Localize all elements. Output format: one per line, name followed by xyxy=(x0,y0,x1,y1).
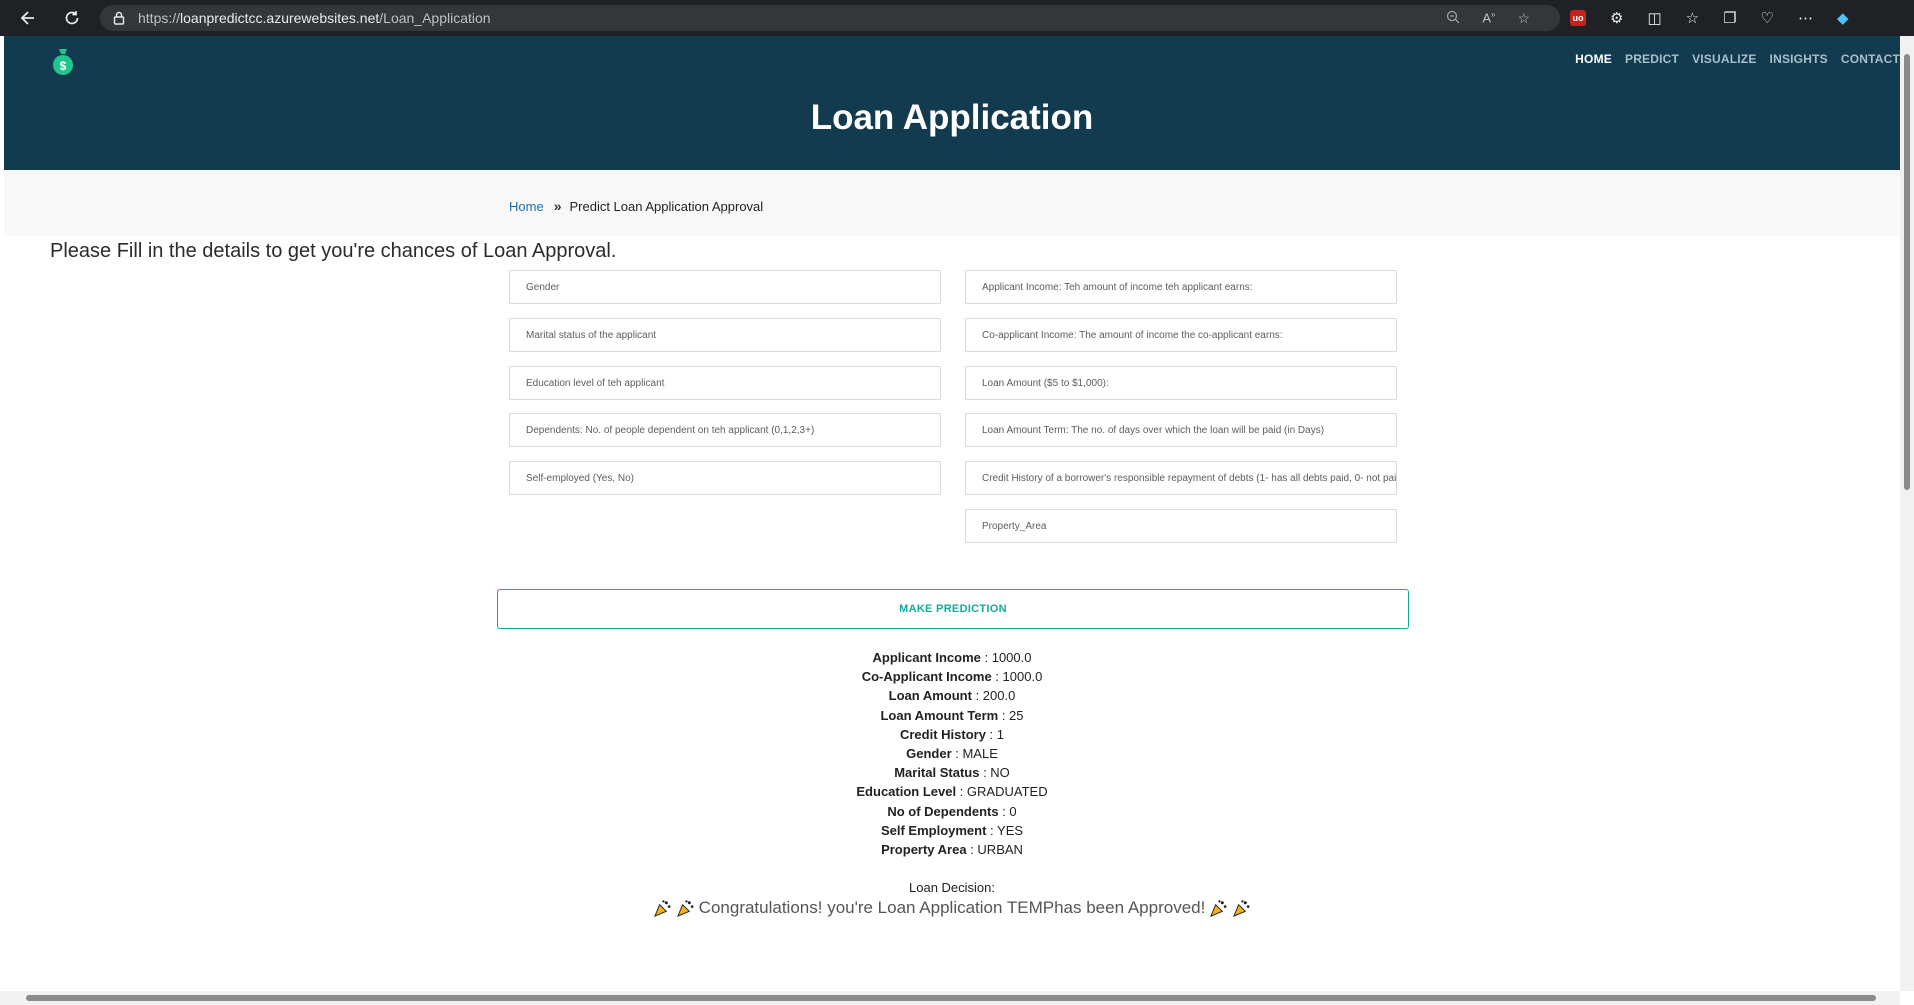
result-value: : 1000.0 xyxy=(980,650,1032,665)
refresh-icon[interactable] xyxy=(54,0,90,36)
result-row: No of Dependents : 0 xyxy=(4,802,1900,821)
breadcrumb-home-link[interactable]: Home xyxy=(509,199,544,214)
nav-insights[interactable]: INSIGHTS xyxy=(1770,52,1828,66)
breadcrumb: Home » Predict Loan Application Approval xyxy=(509,198,763,214)
back-icon[interactable] xyxy=(10,0,46,36)
web-page: $ HOME PREDICT VISUALIZE INSIGHTS CONTAC… xyxy=(4,36,1900,991)
result-value: : YES xyxy=(986,822,1024,838)
result-label: Self Employment xyxy=(880,822,987,838)
result-value: : GRADUATED xyxy=(956,784,1048,800)
result-value: : NO xyxy=(979,765,1010,781)
result-value: : MALE xyxy=(951,745,998,761)
property-area-field[interactable] xyxy=(965,509,1397,543)
decision-message-text: Congratulations! you're Loan Application… xyxy=(698,898,1206,917)
result-label: Co-Applicant Income xyxy=(861,669,992,685)
applicant-income-field[interactable] xyxy=(965,270,1397,304)
self-employed-field[interactable] xyxy=(509,461,941,495)
loan-decision-message: Congratulations! you're Loan Application… xyxy=(4,898,1900,918)
credit-history-field[interactable] xyxy=(965,461,1397,495)
result-row: Loan Amount : 200.0 xyxy=(4,686,1900,705)
prediction-summary: Applicant Income : 1000.0 Co-Applicant I… xyxy=(4,648,1900,859)
nav-home[interactable]: HOME xyxy=(1575,52,1612,66)
breadcrumb-bar: Home » Predict Loan Application Approval xyxy=(4,170,1900,236)
result-row: Marital Status : NO xyxy=(4,763,1900,782)
result-row: Applicant Income : 1000.0 xyxy=(4,648,1900,667)
browser-toolbar: https://loanpredictcc.azurewebsites.net/… xyxy=(0,0,1914,36)
result-row: Property Area : URBAN xyxy=(4,840,1900,859)
main-nav: HOME PREDICT VISUALIZE INSIGHTS CONTACT xyxy=(1575,52,1900,66)
lock-icon[interactable] xyxy=(112,11,126,25)
address-bar[interactable]: https://loanpredictcc.azurewebsites.net/… xyxy=(100,5,1560,31)
nav-contact[interactable]: CONTACT xyxy=(1841,52,1900,66)
page-header: $ HOME PREDICT VISUALIZE INSIGHTS CONTAC… xyxy=(4,36,1900,170)
result-value: : 1 xyxy=(985,726,1005,742)
result-value: : 0 xyxy=(998,803,1017,819)
url-text: https://loanpredictcc.azurewebsites.net/… xyxy=(138,10,491,26)
result-value: : 200.0 xyxy=(971,688,1016,704)
result-row: Gender : MALE xyxy=(4,744,1900,763)
result-label: Applicant Income xyxy=(872,650,981,665)
result-row: Loan Amount Term : 25 xyxy=(4,706,1900,725)
marital-status-field[interactable] xyxy=(509,318,941,352)
result-label: No of Dependents xyxy=(887,803,999,819)
health-icon[interactable]: ♡ xyxy=(1761,9,1774,27)
ublock-icon[interactable]: uo xyxy=(1570,10,1586,26)
loan-decision-label: Loan Decision: xyxy=(909,880,995,895)
result-label: Education Level xyxy=(856,784,957,800)
nav-visualize[interactable]: VISUALIZE xyxy=(1692,52,1756,66)
dependents-field[interactable] xyxy=(509,413,941,447)
horizontal-scroll-thumb[interactable] xyxy=(26,995,1876,1001)
nav-predict[interactable]: PREDICT xyxy=(1625,52,1679,66)
coapplicant-income-field[interactable] xyxy=(965,318,1397,352)
party-popper-icon xyxy=(676,899,694,917)
make-prediction-button[interactable]: MAKE PREDICTION xyxy=(497,589,1409,629)
result-label: Credit History xyxy=(899,726,986,742)
result-value: : 1000.0 xyxy=(991,669,1043,685)
page-title: Loan Application xyxy=(810,98,1094,137)
result-value: : URBAN xyxy=(966,841,1023,857)
result-row: Self Employment : YES xyxy=(4,821,1900,840)
breadcrumb-separator-icon: » xyxy=(553,198,562,214)
result-row: Co-Applicant Income : 1000.0 xyxy=(4,667,1900,686)
result-label: Loan Amount Term xyxy=(880,707,999,723)
result-row: Education Level : GRADUATED xyxy=(4,782,1900,801)
read-aloud-icon[interactable]: A» xyxy=(1482,10,1495,25)
money-bag-icon[interactable]: $ xyxy=(50,46,76,76)
party-popper-icon xyxy=(1210,899,1227,917)
zoom-icon[interactable] xyxy=(1446,10,1460,27)
result-value: : 25 xyxy=(998,707,1024,723)
collections-icon[interactable]: ❐ xyxy=(1723,9,1736,27)
result-row: Credit History : 1 xyxy=(4,725,1900,744)
party-popper-icon xyxy=(653,899,671,917)
vertical-scrollbar[interactable] xyxy=(1900,36,1914,991)
more-icon[interactable]: ⋯ xyxy=(1798,9,1813,27)
horizontal-scrollbar[interactable] xyxy=(0,991,1900,1005)
result-label: Marital Status xyxy=(894,765,980,781)
split-screen-icon[interactable]: ◫ xyxy=(1647,9,1661,27)
extensions-icon[interactable]: ⚙ xyxy=(1610,9,1623,27)
loan-amount-field[interactable] xyxy=(965,366,1397,400)
gender-field[interactable] xyxy=(509,270,941,304)
party-popper-icon xyxy=(1233,899,1250,917)
result-label: Loan Amount xyxy=(888,688,972,704)
favorites-icon[interactable]: ☆ xyxy=(1686,9,1699,27)
result-label: Property Area xyxy=(881,841,967,857)
education-field[interactable] xyxy=(509,366,941,400)
vertical-scroll-thumb[interactable] xyxy=(1904,54,1910,490)
copilot-icon[interactable]: ◆ xyxy=(1837,9,1849,27)
breadcrumb-current: Predict Loan Application Approval xyxy=(569,198,764,214)
form-instructions: Please Fill in the details to get you're… xyxy=(50,240,617,262)
svg-text:$: $ xyxy=(60,59,67,73)
result-label: Gender xyxy=(906,745,952,761)
loan-term-field[interactable] xyxy=(965,413,1397,447)
favorite-star-icon[interactable]: ☆ xyxy=(1517,10,1530,27)
